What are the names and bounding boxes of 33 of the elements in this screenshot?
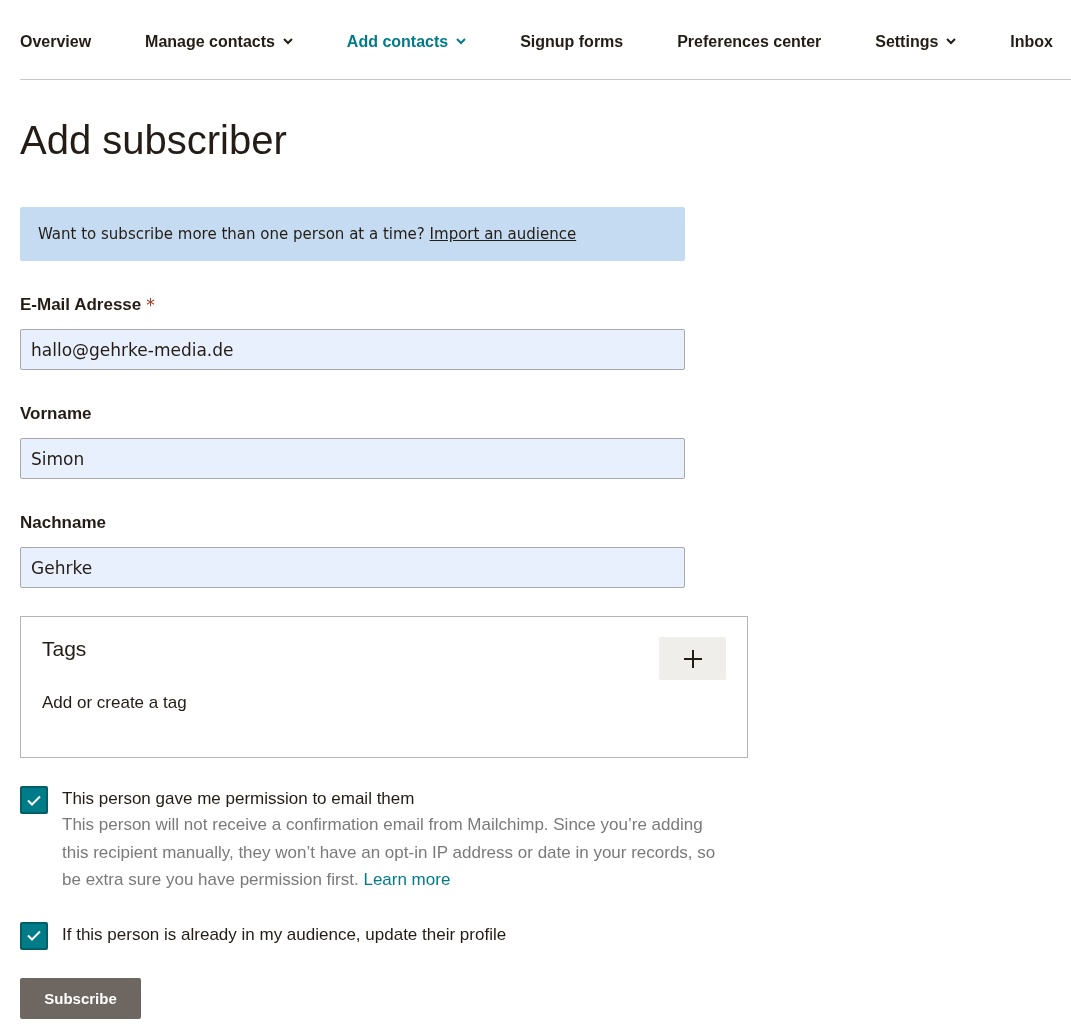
plus-icon <box>682 648 703 669</box>
add-tag-button[interactable] <box>659 637 726 680</box>
field-label: Nachname <box>20 513 106 533</box>
tag-input[interactable]: Add or create a tag <box>42 691 642 715</box>
nav-tab[interactable]: Signup forms <box>520 10 624 69</box>
import-link[interactable]: Import an audience <box>429 225 577 243</box>
required-mark: * <box>146 295 155 315</box>
field-label: Vorname <box>20 404 92 424</box>
nav-tab[interactable]: Manage contacts <box>145 10 293 69</box>
subscribe-button[interactable]: Subscribe <box>20 977 141 1019</box>
chevron-down-icon <box>282 38 293 45</box>
nav-tab[interactable]: Preferences center <box>677 10 822 69</box>
chevron-down-icon <box>946 38 957 45</box>
nav-tab[interactable]: Settings <box>875 10 957 69</box>
checkbox[interactable] <box>20 786 48 814</box>
nav-tab[interactable]: Overview <box>20 10 92 69</box>
checkbox-description: This person will not receive a confirmation email from Mailchimp. Since you’re adding this recipient manually, they won’t have an opt-in IP address or date in your records, so be extra sure you have permission first. Learn more <box>62 814 717 891</box>
page-title: Add subscriber <box>20 118 288 163</box>
banner-text: Want to subscribe more than one person at a time? <box>38 225 425 243</box>
chevron-down-icon <box>456 38 467 45</box>
text-field[interactable]: Simon <box>20 438 685 479</box>
field-label: E-Mail Adresse <box>20 295 142 315</box>
nav-tab[interactable]: Add contacts <box>346 10 467 69</box>
text-field[interactable]: hallo@gehrke-media.de <box>20 329 685 370</box>
text-field[interactable]: Gehrke <box>20 547 685 588</box>
learn-more-link[interactable]: Learn more <box>363 870 451 889</box>
checkbox-label: This person gave me permission to email them <box>62 788 416 809</box>
nav-tab[interactable]: Inbox <box>1010 10 1053 69</box>
checkmark-icon <box>27 930 41 941</box>
checkbox-label: If this person is already in my audience, update their profile <box>62 923 507 945</box>
checkmark-icon <box>27 794 41 806</box>
tags-title: Tags <box>42 637 87 661</box>
checkbox[interactable] <box>20 921 48 950</box>
